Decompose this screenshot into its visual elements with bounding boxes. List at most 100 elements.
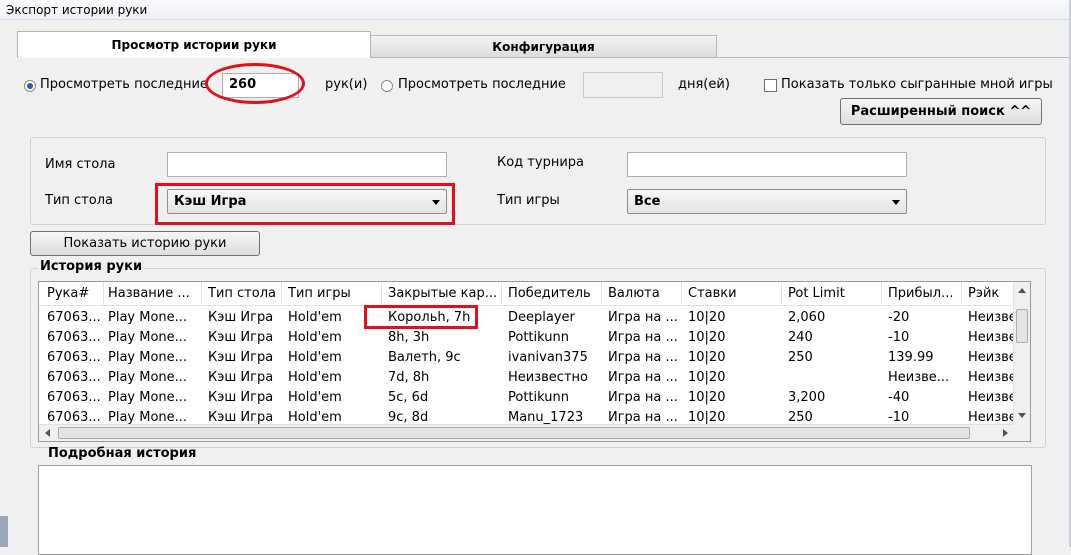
cell-rake: Неизве bbox=[968, 370, 1014, 385]
table-type-label: Тип стола bbox=[45, 193, 113, 208]
cell-rake: Неизве bbox=[968, 330, 1014, 345]
horizontal-scrollbar[interactable] bbox=[39, 424, 1014, 441]
tab-configuration[interactable]: Конфигурация bbox=[370, 35, 717, 58]
cell-table-name: Play Mone... bbox=[108, 310, 188, 325]
cell-currency: Игра на ... bbox=[608, 390, 678, 405]
cell-game-type: Hold'em bbox=[288, 350, 342, 365]
detail-history-box[interactable] bbox=[38, 465, 1032, 555]
cell-winner: Manu_1723 bbox=[508, 410, 584, 424]
column-header-stakes[interactable]: Ставки bbox=[688, 286, 778, 301]
cell-table-type: Кэш Игра bbox=[208, 390, 274, 405]
hand-history-table[interactable]: Рука# Название ... Тип стола Тип игры За… bbox=[38, 281, 1031, 442]
cell-pot-limit: 240 bbox=[788, 330, 813, 345]
tournament-code-label: Код турнира bbox=[497, 155, 584, 170]
table-row[interactable]: 67063... Play Mone... Кэш Игра Hold'em К… bbox=[39, 308, 1014, 328]
table-row[interactable]: 67063... Play Mone... Кэш Игра Hold'em 9… bbox=[39, 408, 1014, 424]
column-header-winner[interactable]: Победитель bbox=[508, 286, 598, 301]
vertical-scrollbar[interactable] bbox=[1013, 282, 1030, 425]
cell-game-type: Hold'em bbox=[288, 410, 342, 424]
column-header-hole-cards[interactable]: Закрытые кар... bbox=[388, 286, 496, 301]
only-my-games-label: Показать только сыгранные мной игры bbox=[781, 77, 1053, 92]
cell-currency: Игра на ... bbox=[608, 370, 678, 385]
cell-profit: 139.99 bbox=[888, 350, 934, 365]
days-input[interactable] bbox=[583, 72, 663, 98]
column-header-profit[interactable]: Прибыл... bbox=[888, 286, 960, 301]
table-name-label: Имя стола bbox=[45, 157, 116, 172]
horizontal-scroll-thumb[interactable] bbox=[58, 427, 970, 439]
scroll-right-icon[interactable] bbox=[1003, 429, 1008, 437]
cell-table-type: Кэш Игра bbox=[208, 310, 274, 325]
cell-currency: Игра на ... bbox=[608, 310, 678, 325]
cell-hand: 67063... bbox=[47, 390, 101, 405]
column-header-hand[interactable]: Рука# bbox=[47, 286, 105, 301]
table-header: Рука# Название ... Тип стола Тип игры За… bbox=[39, 282, 1014, 306]
cell-table-type: Кэш Игра bbox=[208, 350, 274, 365]
hands-unit-label: рук(и) bbox=[325, 77, 368, 92]
column-header-rake[interactable]: Рэйк bbox=[968, 286, 1014, 301]
cell-rake: Неизве bbox=[968, 350, 1014, 365]
cell-currency: Игра на ... bbox=[608, 330, 678, 345]
cell-hole-cards: Валетh, 9c bbox=[388, 350, 461, 365]
cell-table-name: Play Mone... bbox=[108, 390, 188, 405]
cell-hole-cards: 9c, 8d bbox=[388, 410, 429, 424]
table-row[interactable]: 67063... Play Mone... Кэш Игра Hold'em 5… bbox=[39, 388, 1014, 408]
cell-stakes: 10|20 bbox=[688, 350, 726, 365]
cell-hand: 67063... bbox=[47, 410, 101, 424]
column-header-pot-limit[interactable]: Pot Limit bbox=[788, 286, 878, 301]
column-header-currency[interactable]: Валюта bbox=[608, 286, 684, 301]
table-name-input[interactable] bbox=[167, 152, 447, 177]
cell-pot-limit: 2,060 bbox=[788, 310, 826, 325]
cell-table-name: Play Mone... bbox=[108, 330, 188, 345]
cell-rake: Неизве bbox=[968, 390, 1014, 405]
column-header-game-type[interactable]: Тип игры bbox=[288, 286, 378, 301]
cell-stakes: 10|20 bbox=[688, 410, 726, 424]
tab-hand-history[interactable]: Просмотр истории руки bbox=[17, 31, 371, 58]
table-type-highlight bbox=[155, 183, 455, 225]
game-type-value: Все bbox=[634, 194, 661, 209]
table-row[interactable]: 67063... Play Mone... Кэш Игра Hold'em В… bbox=[39, 348, 1014, 368]
scroll-left-icon[interactable] bbox=[45, 429, 50, 437]
view-last-days-label: Просмотреть последние bbox=[398, 77, 566, 92]
column-header-table-name[interactable]: Название ... bbox=[108, 286, 198, 301]
tournament-code-input[interactable] bbox=[627, 152, 907, 177]
only-my-games-checkbox[interactable] bbox=[764, 79, 777, 92]
radio-view-last-hands[interactable] bbox=[24, 80, 36, 92]
cell-winner: Deeplayer bbox=[508, 310, 575, 325]
game-type-select[interactable]: Все bbox=[627, 189, 907, 214]
history-group-label: История руки bbox=[38, 259, 145, 274]
cell-rake: Неизве bbox=[968, 310, 1014, 325]
table-row[interactable]: 67063... Play Mone... Кэш Игра Hold'em 8… bbox=[39, 328, 1014, 348]
game-type-label: Тип игры bbox=[497, 193, 560, 208]
detail-history-label: Подробная история bbox=[48, 446, 197, 461]
days-unit-label: дня(ей) bbox=[678, 77, 730, 92]
left-edge-decoration bbox=[0, 516, 8, 547]
view-last-hands-label: Просмотреть последние bbox=[40, 77, 208, 92]
advanced-search-button[interactable]: Расширенный поиск ^^ bbox=[840, 98, 1042, 125]
vertical-scroll-thumb[interactable] bbox=[1016, 309, 1028, 343]
scroll-down-icon[interactable] bbox=[1018, 413, 1026, 418]
cell-stakes: 10|20 bbox=[688, 370, 726, 385]
cell-table-type: Кэш Игра bbox=[208, 330, 274, 345]
cell-stakes: 10|20 bbox=[688, 390, 726, 405]
cell-table-type: Кэш Игра bbox=[208, 410, 274, 424]
scroll-up-icon[interactable] bbox=[1018, 288, 1026, 293]
cell-hand: 67063... bbox=[47, 330, 101, 345]
cell-winner: Неизвестно bbox=[508, 370, 588, 385]
column-header-table-type[interactable]: Тип стола bbox=[208, 286, 284, 301]
hole-cards-highlight bbox=[364, 305, 478, 329]
cell-hand: 67063... bbox=[47, 350, 101, 365]
cell-game-type: Hold'em bbox=[288, 370, 342, 385]
cell-pot-limit: 250 bbox=[788, 350, 813, 365]
window-titlebar: Экспорт истории руки bbox=[0, 0, 1071, 20]
cell-table-name: Play Mone... bbox=[108, 410, 188, 424]
cell-profit: Неизве... bbox=[888, 370, 950, 385]
cell-profit: -20 bbox=[888, 310, 910, 325]
cell-currency: Игра на ... bbox=[608, 350, 678, 365]
cell-hand: 67063... bbox=[47, 310, 101, 325]
cell-game-type: Hold'em bbox=[288, 330, 342, 345]
show-hand-history-button[interactable]: Показать историю руки bbox=[30, 231, 260, 256]
cell-pot-limit: 3,200 bbox=[788, 390, 826, 405]
table-row[interactable]: 67063... Play Mone... Кэш Игра Hold'em 7… bbox=[39, 368, 1014, 388]
window-title: Экспорт истории руки bbox=[6, 3, 148, 17]
radio-view-last-days[interactable] bbox=[381, 80, 393, 92]
